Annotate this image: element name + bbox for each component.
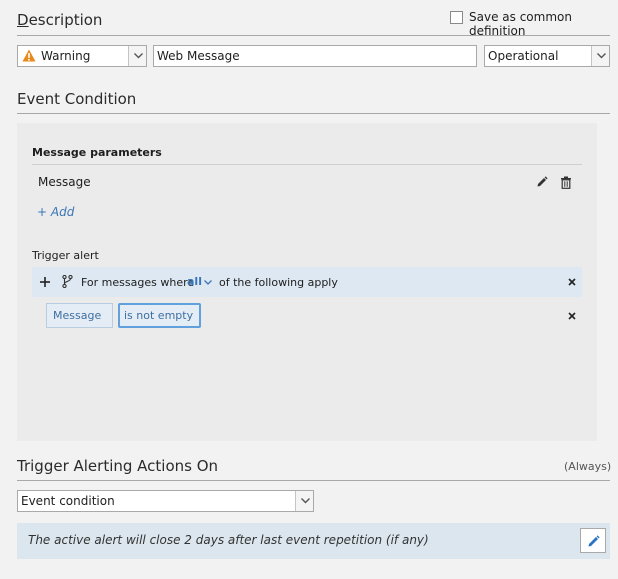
- add-parameter-link[interactable]: + Add: [37, 205, 74, 219]
- pencil-icon: [588, 535, 600, 547]
- trigger-actions-title: Trigger Alerting Actions On: [17, 457, 219, 475]
- trigger-mode-note: (Always): [564, 460, 612, 473]
- condition-operator: is not empty: [124, 309, 194, 322]
- severity-value: Warning: [41, 49, 91, 63]
- category-dropdown-button[interactable]: [591, 46, 609, 66]
- chevron-down-icon: [597, 53, 606, 59]
- message-params-header: Message parameters: [32, 146, 162, 159]
- trigger-condition-select[interactable]: Event condition: [17, 490, 314, 512]
- trigger-condition-dropdown-button[interactable]: [295, 491, 313, 511]
- rule-prefix: For messages where: [81, 276, 195, 289]
- trigger-alert-label: Trigger alert: [32, 249, 99, 262]
- warning-icon: [22, 49, 36, 62]
- chevron-down-icon[interactable]: [204, 280, 212, 285]
- rule-group-row: For messages where all of the following …: [32, 267, 582, 297]
- close-icon[interactable]: [568, 278, 576, 286]
- condition-operator-chip[interactable]: is not empty: [118, 303, 201, 328]
- description-title: Description: [17, 11, 103, 29]
- event-condition-title: Event Condition: [17, 90, 137, 108]
- edit-close-settings-button[interactable]: [580, 528, 606, 553]
- rule-quantifier-select[interactable]: all: [187, 275, 202, 288]
- save-common-label: Save as common definition: [469, 10, 572, 38]
- rule-suffix: of the following apply: [219, 276, 338, 289]
- chevron-down-icon: [134, 53, 143, 59]
- alert-close-info-text: The active alert will close 2 days after…: [28, 533, 429, 547]
- condition-field: Message: [53, 309, 102, 322]
- category-select[interactable]: Operational: [484, 45, 610, 67]
- severity-select[interactable]: Warning: [17, 45, 147, 67]
- name-input-value: Web Message: [157, 49, 240, 63]
- trigger-condition-value: Event condition: [21, 494, 115, 508]
- add-rule-icon[interactable]: [40, 277, 50, 287]
- message-params-divider: [32, 164, 582, 165]
- event-condition-divider: [17, 113, 610, 114]
- close-icon[interactable]: [568, 312, 576, 320]
- trigger-actions-divider: [17, 480, 610, 481]
- severity-dropdown-button[interactable]: [128, 46, 146, 66]
- name-input[interactable]: Web Message: [153, 45, 477, 67]
- chevron-down-icon: [301, 498, 310, 504]
- category-value: Operational: [488, 49, 559, 63]
- description-divider: [17, 35, 610, 36]
- save-common-checkbox[interactable]: [450, 11, 463, 24]
- alert-close-info-bar: The active alert will close 2 days after…: [17, 523, 610, 559]
- message-param-name: Message: [38, 175, 91, 189]
- branch-group-icon[interactable]: [62, 275, 73, 288]
- delete-trash-icon[interactable]: [560, 176, 572, 189]
- description-title-rest: escription: [28, 11, 103, 29]
- condition-field-chip[interactable]: Message: [46, 303, 113, 328]
- edit-pencil-icon[interactable]: [536, 176, 548, 188]
